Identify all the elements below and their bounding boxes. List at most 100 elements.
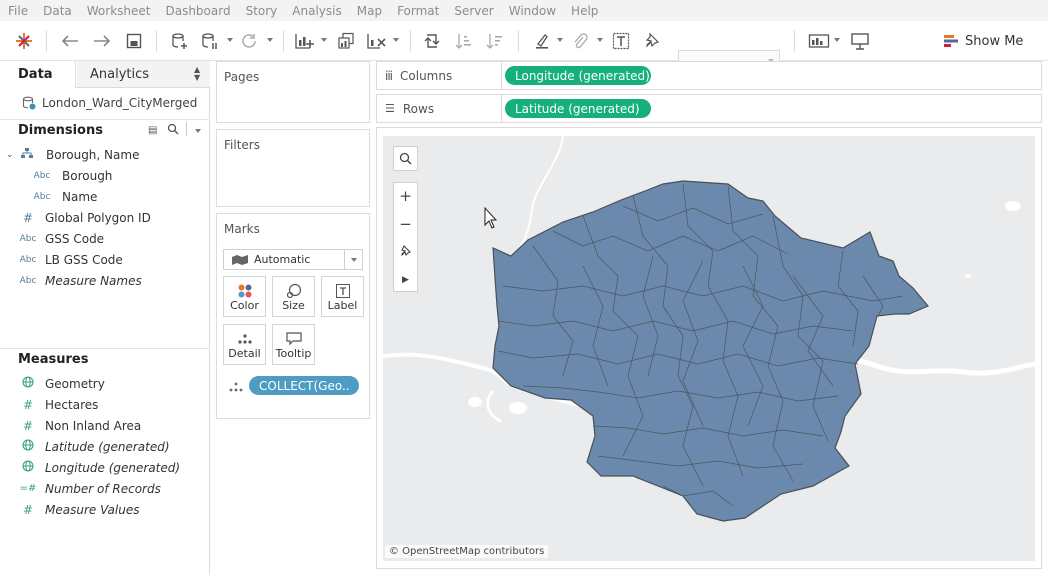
pause-datasource-icon[interactable] [198,29,222,53]
chevron-down-icon[interactable] [834,38,840,42]
datasource-item[interactable]: London_Ward_CityMerged [22,93,197,113]
new-datasource-icon[interactable] [168,29,192,53]
dimension-field[interactable]: # Global Polygon ID [18,207,151,228]
show-me-button[interactable]: Show Me [944,32,1023,50]
clear-sheet-icon[interactable] [364,29,388,53]
color-button[interactable]: Color [223,276,266,317]
sort-ascending-icon[interactable] [452,29,476,53]
reservoir [965,274,971,278]
chevron-down-icon[interactable] [321,38,327,42]
list-view-icon[interactable]: ▤ [148,125,157,136]
measure-field[interactable]: Latitude (generated) [18,436,170,457]
pin-icon[interactable] [639,29,663,53]
label-button[interactable]: Label [321,276,364,317]
undo-icon[interactable] [58,29,82,53]
menu-help[interactable]: Help [571,4,598,18]
latitude-pill[interactable]: Latitude (generated) [505,99,651,118]
menu-window[interactable]: Window [509,4,556,18]
redo-icon[interactable] [90,29,114,53]
dimension-field[interactable]: Abc Measure Names [18,270,142,291]
field-label: GSS Code [45,231,105,246]
expand-toolbar-icon[interactable]: ▶ [402,275,409,285]
map-search-button[interactable] [393,146,418,171]
color-label: Color [230,299,259,312]
presentation-mode-icon[interactable] [848,29,872,53]
zoom-in-icon[interactable]: + [399,189,412,204]
reservoir [509,402,527,414]
field-label: Borough, Name [46,147,140,162]
mark-type-dropdown[interactable]: Automatic [223,249,363,270]
refresh-icon[interactable] [237,29,261,53]
map-view[interactable]: + − ▶ © OpenStreetMap contributors [383,136,1035,561]
toolbar-separator [794,30,795,52]
menu-format[interactable]: Format [397,4,439,18]
menu-file[interactable]: File [8,4,28,18]
expand-chevron-icon[interactable]: ⌄ [6,150,18,160]
chevron-down-icon[interactable] [597,38,603,42]
dimension-field[interactable]: Abc Borough [32,165,113,186]
menu-data[interactable]: Data [43,4,72,18]
rows-shelf-label: ☰ Rows [377,95,502,122]
search-icon[interactable] [167,123,179,138]
detail-pill[interactable]: COLLECT(Geo.. [249,376,359,395]
toolbar-separator [283,30,284,52]
chevron-down-icon[interactable] [267,38,273,42]
marks-title: Marks [224,222,260,236]
chevron-down-icon[interactable] [195,129,201,133]
measure-field[interactable]: Geometry [18,373,105,394]
toolbar-separator [518,30,519,52]
tab-analytics[interactable]: Analytics ▲ ▼ [77,61,210,87]
duplicate-sheet-icon[interactable] [334,29,358,53]
field-label: Measure Names [45,273,142,288]
pin-map-icon[interactable] [400,244,412,262]
new-worksheet-icon[interactable] [292,29,316,53]
tab-data[interactable]: Data [0,61,76,88]
dimension-field[interactable]: ⌄ Borough, Name [6,144,139,165]
save-icon[interactable] [122,29,146,53]
show-cards-icon[interactable] [807,29,831,53]
chevron-down-icon[interactable] [227,38,233,42]
measure-field[interactable]: # Hectares [18,394,98,415]
longitude-pill[interactable]: Longitude (generated) [505,66,651,85]
text-label-icon[interactable] [609,29,633,53]
measure-field[interactable]: Longitude (generated) [18,457,180,478]
globe-icon [18,376,38,391]
menu-dashboard[interactable]: Dashboard [165,4,230,18]
detail-label: Detail [228,347,261,360]
swap-rows-columns-icon[interactable] [420,29,444,53]
menu-analysis[interactable]: Analysis [292,4,341,18]
filters-card[interactable]: Filters [216,129,370,207]
map-attribution[interactable]: © OpenStreetMap contributors [385,545,549,558]
dimension-field[interactable]: Abc GSS Code [18,228,105,249]
tableau-logo-icon[interactable] [12,29,36,53]
tooltip-button[interactable]: Tooltip [272,324,315,365]
chevron-down-icon[interactable] [393,38,399,42]
divider [344,250,345,269]
highlight-icon[interactable] [530,29,554,53]
hierarchy-icon [18,147,36,162]
menu-worksheet[interactable]: Worksheet [87,4,151,18]
chevron-down-icon[interactable] [557,38,563,42]
dimensions-title: Dimensions [18,123,103,138]
attachment-icon[interactable] [568,29,592,53]
field-label: Geometry [45,376,105,391]
menu-story[interactable]: Story [246,4,278,18]
size-icon [286,282,302,299]
measure-field[interactable]: =# Number of Records [18,478,161,499]
columns-shelf: iii Columns Longitude (generated) [376,61,1042,90]
zoom-out-icon[interactable]: − [399,217,412,232]
menu-server[interactable]: Server [454,4,493,18]
string-type-icon: Abc [19,275,37,286]
size-button[interactable]: Size [272,276,315,317]
detail-button[interactable]: Detail [223,324,266,365]
dimension-field[interactable]: Abc LB GSS Code [18,249,123,270]
measure-field[interactable]: # Non Inland Area [18,415,141,436]
label-icon [335,282,350,299]
string-type-icon: Abc [33,170,51,181]
menu-map[interactable]: Map [357,4,382,18]
pages-card[interactable]: Pages [216,61,370,123]
measure-field[interactable]: # Measure Values [18,499,139,520]
sort-descending-icon[interactable] [483,29,507,53]
field-label: Number of Records [45,481,161,496]
dimension-field[interactable]: Abc Name [32,186,98,207]
